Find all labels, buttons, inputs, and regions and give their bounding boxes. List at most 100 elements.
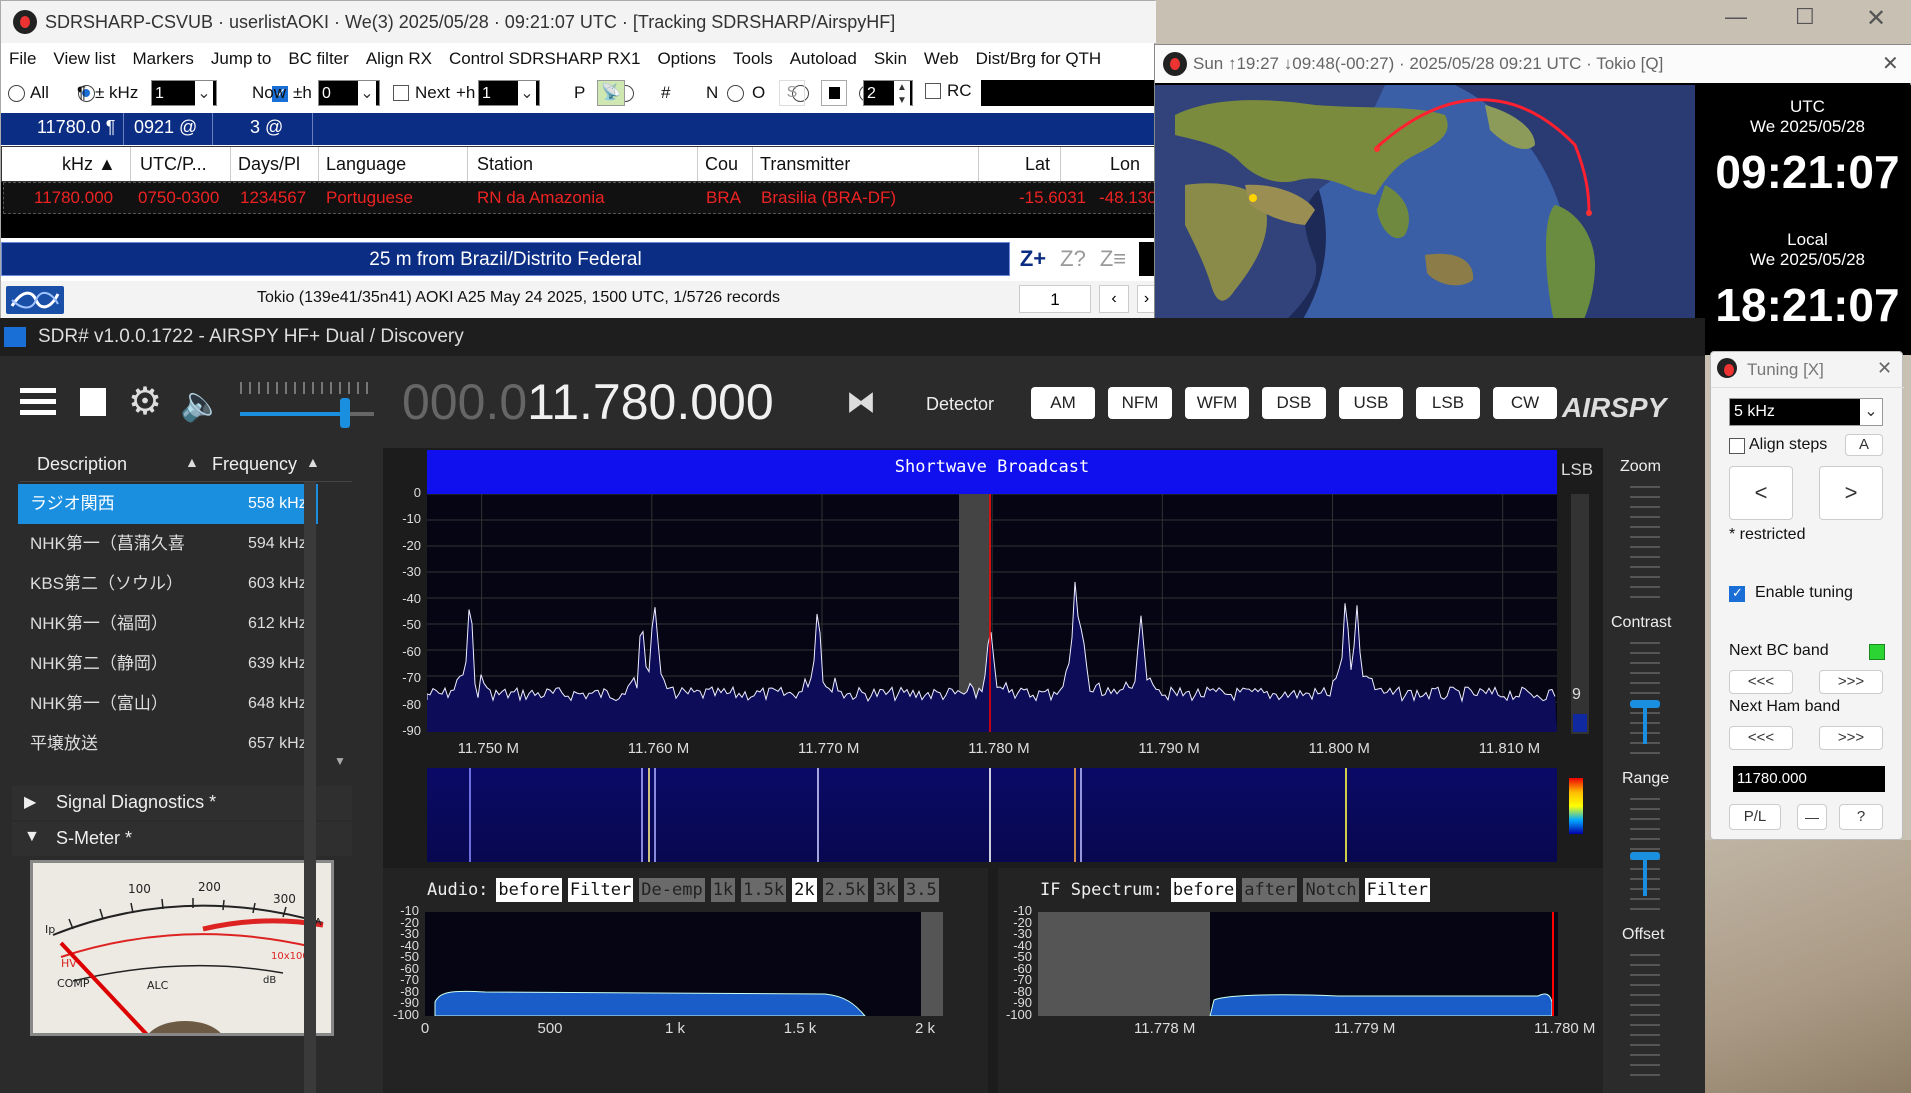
step-next-button[interactable]: > xyxy=(1819,466,1883,520)
list-item[interactable]: NHK第二（静岡） 639 kHz xyxy=(18,644,318,684)
next-checkbox[interactable] xyxy=(393,85,409,101)
list-item[interactable]: KBS第二（ソウル） 603 kHz xyxy=(18,564,318,604)
list-item[interactable]: NHK第一（富山） 648 kHz xyxy=(18,684,318,724)
rc-field[interactable] xyxy=(981,80,1156,106)
audio-filter[interactable]: Filter xyxy=(567,878,634,902)
audio-deemp[interactable]: De-emp xyxy=(639,878,705,902)
tune-lock-icon[interactable]: ⧓ xyxy=(846,386,876,420)
mode-lsb[interactable]: LSB xyxy=(1416,387,1480,419)
pl-button[interactable]: P/L xyxy=(1729,804,1781,830)
mode-cw[interactable]: CW xyxy=(1493,387,1557,419)
ham-prev-button[interactable]: <<< xyxy=(1729,726,1793,750)
menu-tools[interactable]: Tools xyxy=(733,49,773,69)
menu-control[interactable]: Control SDRSHARP RX1 xyxy=(449,49,640,69)
mode-am[interactable]: AM xyxy=(1031,387,1095,419)
tuning-close-icon[interactable]: ✕ xyxy=(1877,358,1892,379)
audio-2-5k[interactable]: 2.5k xyxy=(822,878,868,902)
mode-usb[interactable]: USB xyxy=(1339,387,1403,419)
left-scrollbar[interactable] xyxy=(304,482,316,1093)
zoom-slider[interactable] xyxy=(1630,486,1660,606)
zoom-plus-icon[interactable]: Z+ xyxy=(1017,242,1049,276)
audio-3-5k[interactable]: 3.5 xyxy=(904,878,939,902)
menu-markers[interactable]: Markers xyxy=(132,49,193,69)
gear-icon[interactable]: ⚙ xyxy=(128,382,162,422)
list-item[interactable]: ラジオ関西 558 kHz xyxy=(18,484,318,524)
offset-slider[interactable] xyxy=(1630,954,1660,1084)
align-steps-checkbox[interactable] xyxy=(1729,438,1745,454)
bc-next-button[interactable]: >>> xyxy=(1819,670,1883,694)
col-lon[interactable]: Lon xyxy=(1110,147,1140,181)
col-khz[interactable]: kHz ▲ xyxy=(62,147,116,181)
col-description[interactable]: Description xyxy=(37,454,127,475)
if-spectrum[interactable] xyxy=(1038,912,1558,1016)
if-notch[interactable]: Notch xyxy=(1303,878,1359,902)
ham-next-button[interactable]: >>> xyxy=(1819,726,1883,750)
waterfall[interactable] xyxy=(427,768,1557,862)
menu-web[interactable]: Web xyxy=(924,49,959,69)
col-utc[interactable]: UTC/P... xyxy=(140,147,207,181)
all-radio[interactable] xyxy=(8,85,25,102)
khz-select[interactable]: 1 ⌄ xyxy=(151,80,217,107)
minimize-button[interactable]: — xyxy=(1725,4,1747,30)
menu-align-rx[interactable]: Align RX xyxy=(366,49,432,69)
menu-file[interactable]: File xyxy=(9,49,36,69)
help-button[interactable]: ? xyxy=(1839,804,1883,830)
signal-diagnostics-panel[interactable]: ▶ Signal Diagnostics * xyxy=(12,786,352,820)
rc-checkbox[interactable] xyxy=(925,83,941,99)
range-slider[interactable] xyxy=(1630,798,1660,918)
menu-bc-filter[interactable]: BC filter xyxy=(288,49,348,69)
world-map[interactable] xyxy=(1155,85,1695,355)
spectrum-plot[interactable] xyxy=(427,494,1557,732)
s-button[interactable]: S xyxy=(779,80,805,106)
stop-button[interactable] xyxy=(821,80,847,106)
prev-page-button[interactable]: ‹ xyxy=(1099,285,1129,313)
if-before[interactable]: before xyxy=(1170,878,1237,902)
col-days[interactable]: Days/Pl xyxy=(238,147,300,181)
antenna-icon[interactable]: 📡 xyxy=(597,80,625,106)
audio-1k[interactable]: 1k xyxy=(710,878,736,902)
menu-skin[interactable]: Skin xyxy=(874,49,907,69)
menu-dist-brg[interactable]: Dist/Brg for QTH xyxy=(976,49,1102,69)
list-item[interactable]: 平壌放送 657 kHz xyxy=(18,724,318,764)
step-prev-button[interactable]: < xyxy=(1729,466,1793,520)
col-language[interactable]: Language xyxy=(326,147,406,181)
menu-jump-to[interactable]: Jump to xyxy=(211,49,271,69)
mode-wfm[interactable]: WFM xyxy=(1185,387,1249,419)
menu-icon[interactable] xyxy=(20,388,56,418)
stop-icon[interactable] xyxy=(80,388,106,416)
hash-radio[interactable] xyxy=(726,85,744,102)
mode-dsb[interactable]: DSB xyxy=(1262,387,1326,419)
audio-1-5k[interactable]: 1.5k xyxy=(741,878,787,902)
col-transmitter[interactable]: Transmitter xyxy=(760,147,850,181)
menu-autoload[interactable]: Autoload xyxy=(790,49,857,69)
frequency-display[interactable]: 000.011.780.000 xyxy=(402,372,774,432)
enable-tuning-checkbox[interactable] xyxy=(1729,585,1745,602)
page-field[interactable]: 1 xyxy=(1019,285,1091,313)
list-item[interactable]: NHK第一（菖蒲久喜 594 kHz xyxy=(18,524,318,564)
maximize-button[interactable]: ☐ xyxy=(1795,4,1815,30)
audio-3k[interactable]: 3k xyxy=(873,878,899,902)
table-row[interactable]: 11780.000 0750-0300 1234567 Portuguese R… xyxy=(3,182,1157,214)
col-station[interactable]: Station xyxy=(477,147,533,181)
menu-options[interactable]: Options xyxy=(657,49,716,69)
if-filter[interactable]: Filter xyxy=(1364,878,1431,902)
scroll-down-icon[interactable]: ▼ xyxy=(334,754,346,768)
count-spinner[interactable]: 2 ▲ ▼ xyxy=(863,80,913,107)
audio-spectrum[interactable] xyxy=(425,912,943,1016)
audio-before[interactable]: before xyxy=(496,878,562,902)
zoom-list-icon[interactable]: Z≡ xyxy=(1097,242,1129,276)
tuning-frequency-field[interactable]: 11780.000 xyxy=(1733,766,1885,792)
col-country[interactable]: Cou xyxy=(705,147,738,181)
align-a-button[interactable]: A xyxy=(1845,434,1883,456)
next-hours-select[interactable]: 1 ⌄ xyxy=(478,80,540,107)
menu-view-list[interactable]: View list xyxy=(53,49,115,69)
audio-2k[interactable]: 2k xyxy=(792,878,817,902)
hours-select[interactable]: 0 ⌄ xyxy=(318,80,380,107)
s-meter-panel[interactable]: ▼ S-Meter * xyxy=(12,822,352,856)
mode-nfm[interactable]: NFM xyxy=(1108,387,1172,419)
col-frequency[interactable]: Frequency xyxy=(212,454,297,475)
speaker-icon[interactable]: 🔈 xyxy=(180,384,222,424)
contrast-slider[interactable] xyxy=(1630,642,1660,762)
bc-prev-button[interactable]: <<< xyxy=(1729,670,1793,694)
volume-slider[interactable] xyxy=(240,376,374,436)
